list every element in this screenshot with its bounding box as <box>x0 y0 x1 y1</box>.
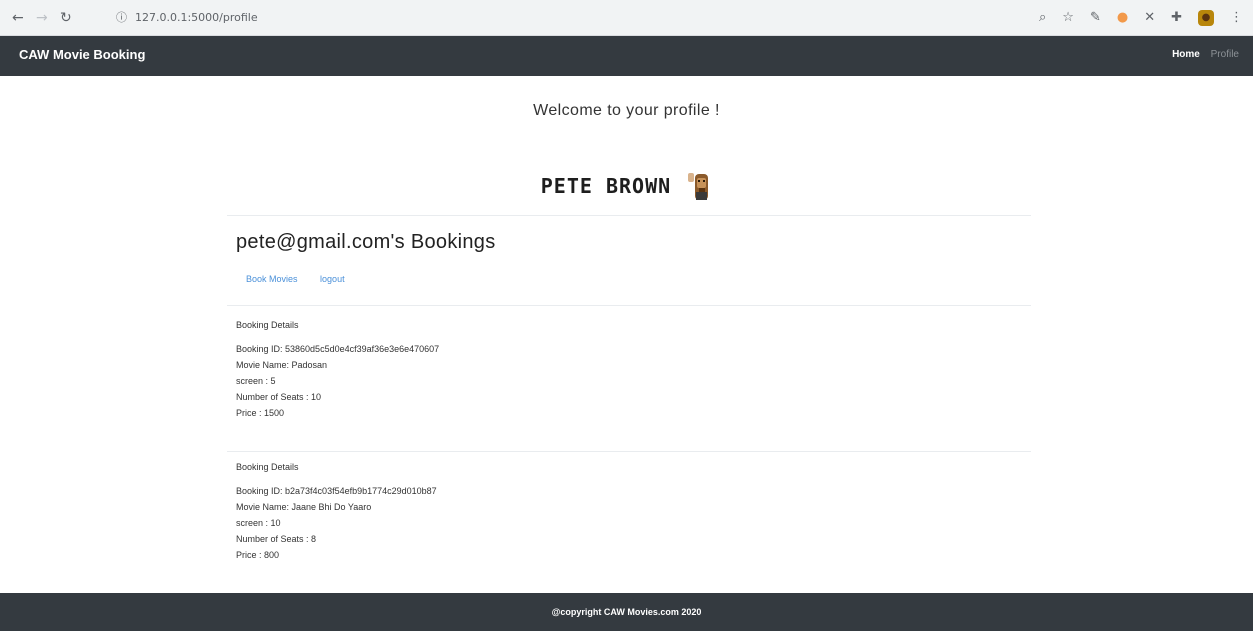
zoom-icon[interactable]: ⌕ <box>1039 8 1046 28</box>
logout-link[interactable]: logout <box>320 274 345 284</box>
address-bar[interactable]: ⓘ 127.0.0.1:5000/profile <box>106 6 1026 30</box>
site-footer: @copyright CAW Movies.com 2020 <box>0 593 1253 631</box>
movie-name: Movie Name: Padosan <box>236 360 328 370</box>
booking-id: Booking ID: 53860d5c5d0e4cf39af36e3e6e47… <box>236 344 440 354</box>
seat-count: Number of Seats : 8 <box>236 534 317 544</box>
user-name-row: PETE BROWN <box>0 170 1253 204</box>
booking-card: Booking Details Booking ID: b2a73f4c03f5… <box>236 462 437 563</box>
book-movies-link[interactable]: Book Movies <box>246 274 298 284</box>
price: Price : 1500 <box>236 408 285 418</box>
user-name: PETE BROWN <box>540 174 672 198</box>
booking-id: Booking ID: b2a73f4c03f54efb9b1774c29d01… <box>236 486 437 496</box>
bookings-title: pete@gmail.com's Bookings <box>236 231 496 253</box>
divider <box>227 215 1031 216</box>
booking-actions: Book Movies logout <box>246 274 365 284</box>
divider <box>227 451 1031 452</box>
nav-links: Home Profile <box>1164 49 1239 60</box>
menu-icon[interactable]: ⋮ <box>1230 8 1243 28</box>
screen-number: screen : 5 <box>236 376 276 386</box>
movie-name: Movie Name: Jaane Bhi Do Yaaro <box>236 502 372 512</box>
back-icon[interactable]: ← <box>12 8 24 28</box>
puzzle-icon[interactable]: ✚ <box>1171 8 1182 28</box>
booking-card: Booking Details Booking ID: 53860d5c5d0e… <box>236 320 439 421</box>
extension-icon[interactable]: ✎ <box>1090 8 1101 28</box>
star-icon[interactable]: ☆ <box>1062 8 1074 28</box>
booking-heading: Booking Details <box>236 320 299 330</box>
brand-link[interactable]: CAW Movie Booking <box>19 47 145 62</box>
site-navbar: CAW Movie Booking Home Profile <box>0 36 1253 76</box>
forward-icon[interactable]: → <box>36 8 48 28</box>
price: Price : 800 <box>236 550 280 560</box>
info-icon[interactable]: ⓘ <box>116 11 127 24</box>
user-avatar-image <box>688 173 709 200</box>
reload-icon[interactable]: ↻ <box>60 8 72 28</box>
divider <box>227 305 1031 306</box>
seat-count: Number of Seats : 10 <box>236 392 322 402</box>
browser-chrome: ← → ↻ ⓘ 127.0.0.1:5000/profile ⌕ ☆ ✎ ● ✕ … <box>0 0 1253 36</box>
nav-profile-link[interactable]: Profile <box>1211 49 1239 60</box>
footer-copyright: @copyright CAW Movies.com 2020 <box>551 607 702 617</box>
extension-icon[interactable]: ● <box>1117 8 1128 28</box>
welcome-heading: Welcome to your profile ! <box>533 102 720 119</box>
browser-toolbar-icons: ⌕ ☆ ✎ ● ✕ ✚ ● ⋮ <box>1039 8 1243 28</box>
nav-home-link[interactable]: Home <box>1172 49 1200 60</box>
close-icon[interactable]: ✕ <box>1144 8 1155 28</box>
screen-number: screen : 10 <box>236 518 281 528</box>
booking-heading: Booking Details <box>236 462 299 472</box>
profile-avatar-icon[interactable]: ● <box>1198 10 1214 26</box>
url-text: 127.0.0.1:5000/profile <box>135 11 258 24</box>
